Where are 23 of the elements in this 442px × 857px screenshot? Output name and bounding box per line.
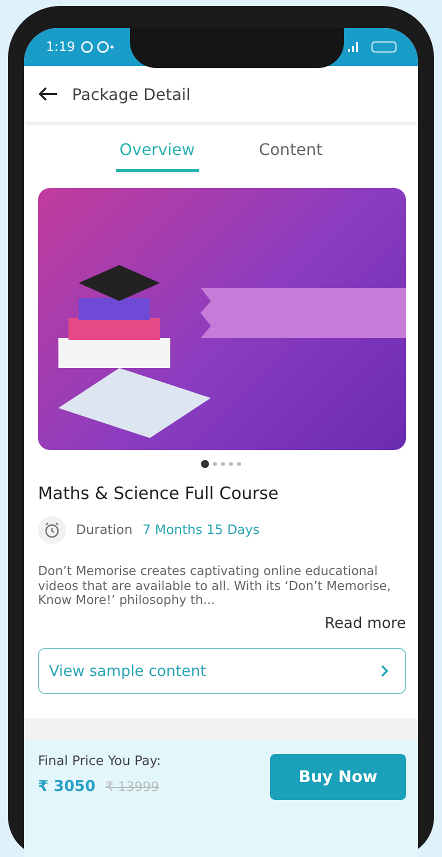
course-description: Don’t Memorise creates captivating online educational videos that are available to all. With its ‘Don’t Memorise, Know More!’ philosophy th... <box>38 564 392 608</box>
carousel-dot[interactable] <box>221 462 225 466</box>
carousel-dot[interactable] <box>201 460 209 468</box>
tab[interactable]: Content <box>254 136 326 172</box>
back-arrow-icon[interactable] <box>38 86 58 102</box>
status-time: 1:19 <box>46 40 76 54</box>
status-icons <box>81 41 116 53</box>
duration-value: 7 Months 15 Days <box>142 522 260 538</box>
buy-now-button[interactable]: Buy Now <box>270 754 406 800</box>
carousel-dot[interactable] <box>237 462 241 466</box>
course-title: Maths & Science Full Course <box>38 484 280 504</box>
final-price: ₹ 3050 <box>38 776 96 794</box>
read-more-link[interactable]: Read more <box>324 614 406 632</box>
view-sample-content-button[interactable]: View sample content <box>38 648 406 694</box>
carousel-dot[interactable] <box>229 462 233 466</box>
page-title: Package Detail <box>72 84 191 104</box>
chevron-right-icon <box>381 664 389 676</box>
duration-label: Duration <box>76 522 132 538</box>
alarm-clock-icon <box>38 516 66 544</box>
carousel-dot[interactable] <box>213 462 217 466</box>
tab[interactable]: Overview <box>116 136 199 172</box>
original-price: ₹ 13999 <box>105 780 160 794</box>
price-label: Final Price You Pay: <box>38 754 161 768</box>
